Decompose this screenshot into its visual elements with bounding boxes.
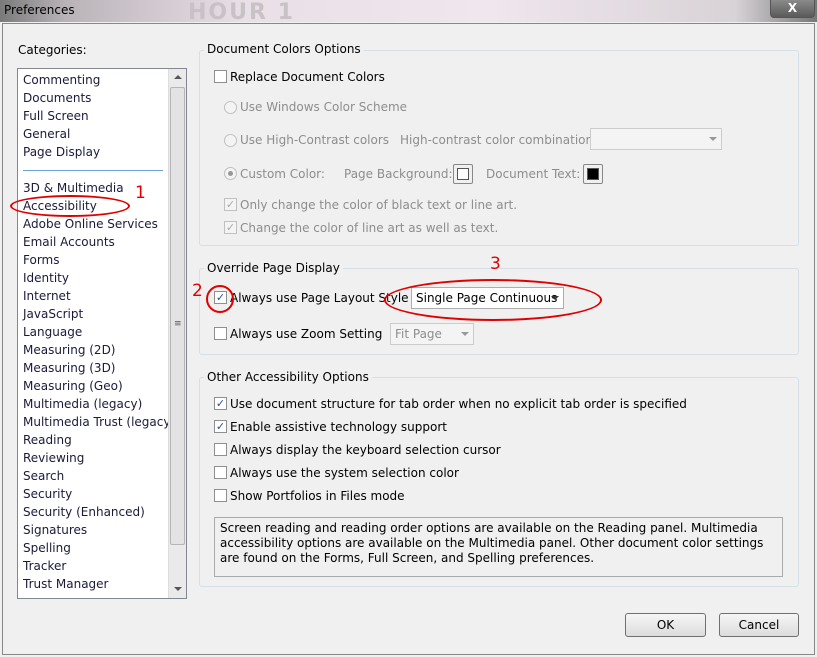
category-item[interactable]: General [23, 127, 70, 141]
option-checkbox[interactable] [214, 466, 227, 479]
categories-list[interactable]: Commenting Documents Full Screen General Pag… [17, 68, 187, 599]
option-checkbox[interactable] [214, 443, 227, 456]
chevron-down-icon [461, 332, 469, 336]
category-item[interactable]: Security [23, 487, 72, 501]
option-checkbox[interactable]: ✓ [214, 420, 227, 433]
option-checkbox[interactable]: ✓ [214, 397, 227, 410]
category-item[interactable]: Reviewing [23, 451, 84, 465]
title-bar [0, 0, 817, 22]
close-button[interactable]: X [770, 0, 815, 18]
zoom-setting-checkbox[interactable] [214, 327, 227, 340]
annotation-oval-1 [10, 195, 130, 217]
only-black-checkbox[interactable]: ✓ [224, 198, 237, 211]
scroll-up-icon[interactable] [174, 75, 182, 79]
category-item[interactable]: JavaScript [23, 307, 83, 321]
list-scrollbar[interactable]: ≡ [168, 69, 186, 598]
option-label: Show Portfolios in Files mode [230, 489, 405, 503]
option-label: Always display the keyboard selection cu… [230, 443, 501, 457]
windows-scheme-label: Use Windows Color Scheme [240, 100, 408, 114]
category-item[interactable]: Measuring (2D) [23, 343, 116, 357]
ok-button[interactable]: OK [625, 613, 706, 637]
categories-label: Categories: [18, 43, 87, 57]
category-item[interactable]: Adobe Online Services [23, 217, 158, 231]
list-divider [23, 170, 163, 171]
category-item[interactable]: Measuring (3D) [23, 361, 116, 375]
zoom-setting-select[interactable]: Fit Page [390, 323, 474, 345]
category-item[interactable]: Email Accounts [23, 235, 115, 249]
high-contrast-label: Use High-Contrast colors [240, 133, 390, 147]
chevron-down-icon [709, 137, 717, 141]
custom-color-radio[interactable] [224, 167, 237, 180]
zoom-setting-value: Fit Page [395, 327, 442, 341]
window-title: Preferences [4, 3, 75, 17]
doc-text-label: Document Text: [486, 167, 581, 181]
scroll-thumb[interactable] [170, 87, 185, 545]
option-label: Enable assistive technology support [230, 420, 447, 434]
cancel-button[interactable]: Cancel [719, 613, 799, 637]
annotation-1: 1 [135, 183, 146, 203]
category-item[interactable]: Search [23, 469, 64, 483]
category-item[interactable]: Documents [23, 91, 91, 105]
category-item[interactable]: Language [23, 325, 82, 339]
option-label: Always use the system selection color [230, 466, 459, 480]
line-art-checkbox[interactable]: ✓ [224, 221, 237, 234]
hc-combo-label: High-contrast color combination: [400, 133, 598, 147]
category-item[interactable]: Forms [23, 253, 59, 267]
category-item[interactable]: Reading [23, 433, 72, 447]
option-label: Use document structure for tab order whe… [230, 397, 687, 411]
document-colors-title: Document Colors Options [204, 42, 364, 56]
category-item[interactable]: Multimedia (legacy) [23, 397, 142, 411]
annotation-2: 2 [192, 281, 203, 301]
category-item[interactable]: Commenting [23, 73, 100, 87]
zoom-setting-label: Always use Zoom Setting [230, 327, 383, 341]
page-bg-label: Page Background: [344, 167, 453, 181]
doc-text-swatch[interactable] [583, 164, 603, 184]
category-item[interactable]: Multimedia Trust (legacy) [23, 415, 175, 429]
override-title: Override Page Display [204, 261, 343, 275]
hc-combo-select[interactable] [590, 128, 722, 150]
category-item[interactable]: Measuring (Geo) [23, 379, 123, 393]
category-item[interactable]: Trust Manager [23, 577, 108, 591]
category-item[interactable]: Full Screen [23, 109, 89, 123]
grip-icon: ≡ [174, 319, 182, 329]
category-item[interactable]: Spelling [23, 541, 71, 555]
windows-scheme-radio[interactable] [224, 101, 237, 114]
line-art-label: Change the color of line art as well as … [240, 221, 499, 235]
custom-color-label: Custom Color: [240, 167, 325, 181]
other-options-title: Other Accessibility Options [204, 370, 372, 384]
category-item[interactable]: Tracker [23, 559, 66, 573]
category-item[interactable]: Identity [23, 271, 69, 285]
page-bg-swatch[interactable] [453, 164, 473, 184]
annotation-oval-2 [206, 285, 234, 313]
replace-colors-checkbox[interactable] [214, 70, 227, 83]
category-item[interactable]: 3D & Multimedia [23, 181, 124, 195]
scroll-down-icon[interactable] [174, 587, 182, 591]
only-black-label: Only change the color of black text or l… [240, 198, 518, 212]
replace-colors-label: Replace Document Colors [230, 70, 385, 84]
annotation-oval-3 [384, 279, 602, 321]
annotation-3: 3 [490, 254, 501, 274]
category-item[interactable]: Signatures [23, 523, 87, 537]
option-checkbox[interactable] [214, 489, 227, 502]
info-text: Screen reading and reading order options… [214, 517, 783, 577]
layout-style-label: Always use Page Layout Style [230, 291, 409, 305]
category-item[interactable]: Internet [23, 289, 71, 303]
background-watermark: HOUR 1 [188, 0, 295, 25]
high-contrast-radio[interactable] [224, 134, 237, 147]
category-item[interactable]: Security (Enhanced) [23, 505, 145, 519]
category-item[interactable]: Page Display [23, 145, 100, 159]
